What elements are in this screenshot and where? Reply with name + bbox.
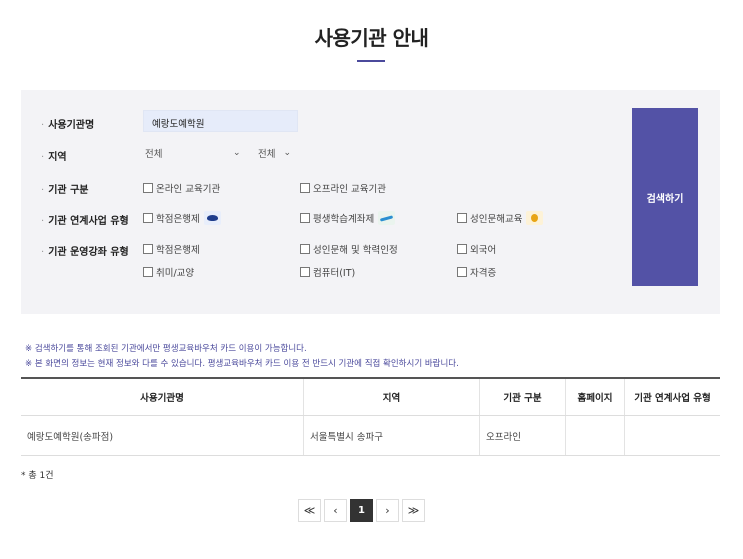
page-title: 사용기관 안내 xyxy=(314,26,429,50)
checkbox-icon[interactable] xyxy=(300,267,310,277)
checkbox-course-foreign-language[interactable]: 외국어 xyxy=(457,242,496,256)
table-row[interactable]: 예랑도예학원(송파점) 서울특별시 송파구 오프라인 xyxy=(21,415,720,456)
prev-page-button[interactable]: ‹ xyxy=(324,499,347,522)
checkbox-offline[interactable]: 오프라인 교육기관 xyxy=(300,181,386,195)
checkbox-icon[interactable] xyxy=(143,267,153,277)
notice-line: ※ 본 화면의 정보는 현재 정보와 다를 수 있습니다. 평생교육바우처 카드… xyxy=(25,359,459,369)
linked-label: · 기관 연계사업 유형 xyxy=(41,216,129,227)
checkbox-icon[interactable] xyxy=(143,213,153,223)
column-header: 홈페이지 xyxy=(565,377,625,416)
last-page-button[interactable]: ≫ xyxy=(402,499,425,522)
total-count: * 총 1건 xyxy=(21,471,54,481)
table-cell[interactable]: 예랑도예학원(송파점) xyxy=(21,415,304,456)
region-select-city[interactable]: 전체 ⌄ xyxy=(145,143,245,163)
results-table: 사용기관명 지역 기관 구분 홈페이지 기관 연계사업 유형 예랑도예학원(송파… xyxy=(21,377,720,456)
table-cell: 오프라인 xyxy=(479,415,566,456)
checkbox-course-literacy[interactable]: 성인문해 및 학력인정 xyxy=(300,242,398,256)
table-cell: 서울특별시 송파구 xyxy=(303,415,480,456)
column-header: 기관 연계사업 유형 xyxy=(624,377,720,416)
type-label: · 기관 구분 xyxy=(41,185,89,196)
page-number-button[interactable]: 1 xyxy=(350,499,373,522)
column-header: 지역 xyxy=(303,377,480,416)
checkbox-icon[interactable] xyxy=(300,213,310,223)
region-select-district[interactable]: 전체 ⌄ xyxy=(258,143,291,163)
checkbox-icon[interactable] xyxy=(457,244,467,254)
table-header-row: 사용기관명 지역 기관 구분 홈페이지 기관 연계사업 유형 xyxy=(21,377,720,416)
adult-literacy-icon xyxy=(526,211,544,225)
lifelong-learning-icon xyxy=(378,211,396,225)
checkbox-course-certificate[interactable]: 자격증 xyxy=(457,265,496,279)
column-header: 사용기관명 xyxy=(21,377,304,416)
pagination: ≪ ‹ 1 › ≫ xyxy=(298,499,425,522)
chevron-down-icon: ⌄ xyxy=(233,148,241,158)
checkbox-course-computer[interactable]: 컴퓨터(IT) xyxy=(300,265,355,279)
checkbox-icon[interactable] xyxy=(143,183,153,193)
checkbox-course-credit-bank[interactable]: 학점은행제 xyxy=(143,242,200,256)
course-label: · 기관 운영강좌 유형 xyxy=(41,247,129,258)
checkbox-icon[interactable] xyxy=(300,183,310,193)
checkbox-linked-credit-bank[interactable]: 학점은행제 xyxy=(143,211,221,225)
checkbox-icon[interactable] xyxy=(457,213,467,223)
table-cell xyxy=(565,415,625,456)
chevron-down-icon: ⌄ xyxy=(283,148,292,158)
checkbox-linked-lifelong-account[interactable]: 평생학습계좌제 xyxy=(300,211,396,225)
region-label: · 지역 xyxy=(41,152,67,163)
search-panel: · 사용기관명 예랑도예학원 · 지역 전체 ⌄ 전체 ⌄ · 기관 구분 온라인 교육기… xyxy=(21,90,720,314)
institution-name-input[interactable]: 예랑도예학원 xyxy=(143,110,298,132)
name-label: · 사용기관명 xyxy=(41,120,95,131)
first-page-button[interactable]: ≪ xyxy=(298,499,321,522)
notice-line: ※ 검색하기를 통해 조회된 기관에서만 평생교육바우처 카드 이용이 가능합니… xyxy=(25,344,307,354)
checkbox-course-hobby[interactable]: 취미/교양 xyxy=(143,265,194,279)
checkbox-linked-adult-literacy[interactable]: 성인문해교육 xyxy=(457,211,544,225)
title-underline xyxy=(357,60,385,62)
table-cell xyxy=(624,415,720,456)
checkbox-icon[interactable] xyxy=(143,244,153,254)
column-header: 기관 구분 xyxy=(479,377,566,416)
checkbox-online[interactable]: 온라인 교육기관 xyxy=(143,181,220,195)
search-button[interactable]: 검색하기 xyxy=(632,108,698,286)
next-page-button[interactable]: › xyxy=(376,499,399,522)
graduation-cap-icon xyxy=(203,211,221,225)
checkbox-icon[interactable] xyxy=(300,244,310,254)
checkbox-icon[interactable] xyxy=(457,267,467,277)
